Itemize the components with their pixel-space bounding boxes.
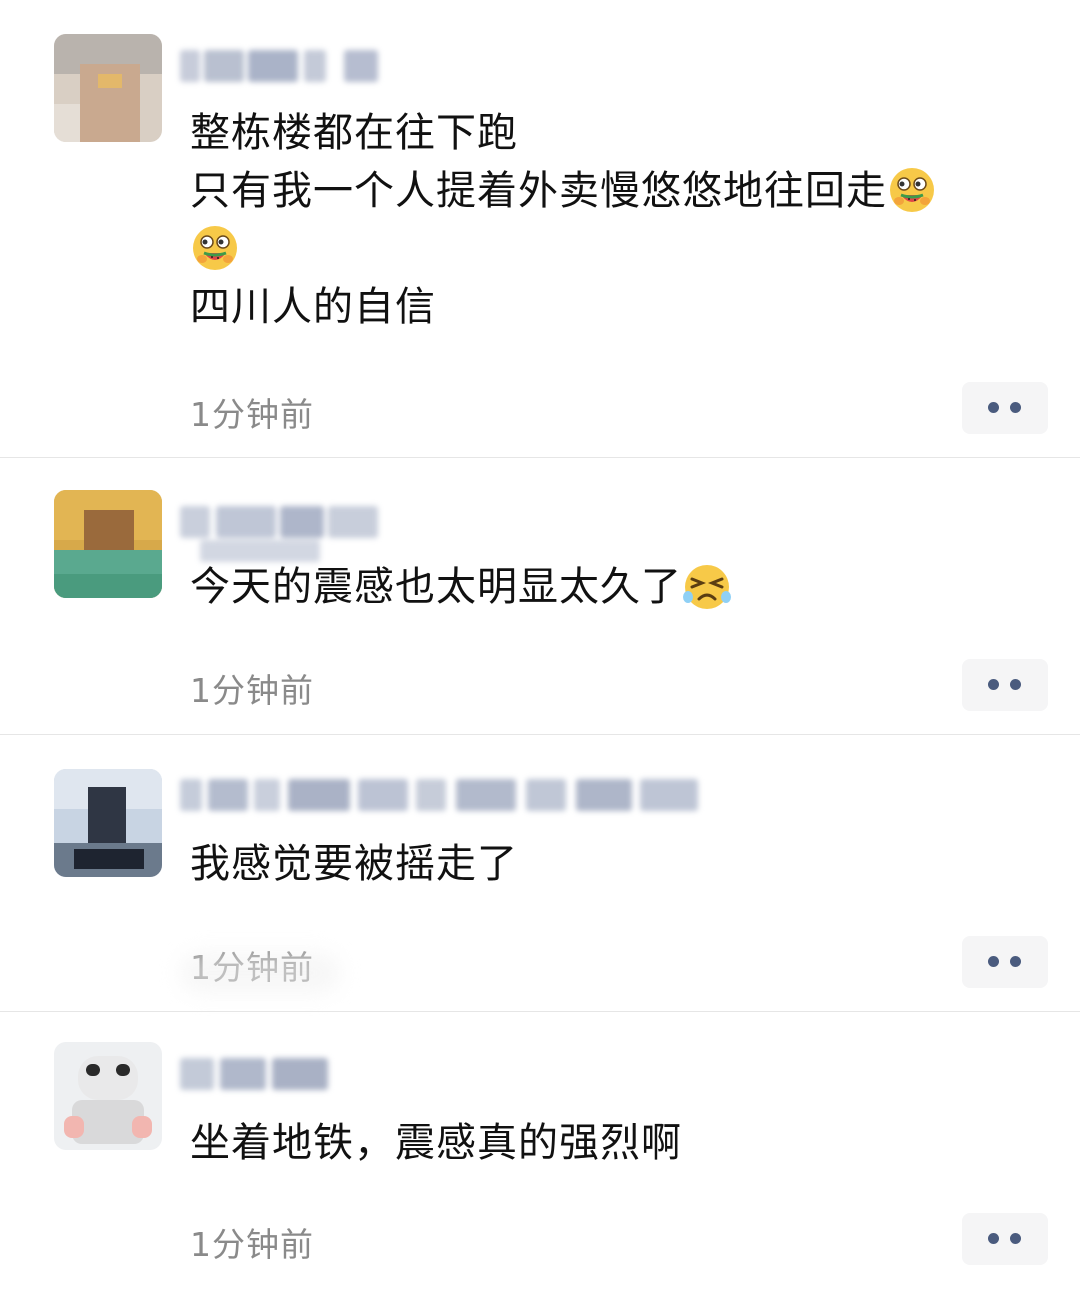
comment-item: 我感觉要被摇走了 1分钟前: [0, 735, 1080, 1012]
more-dots-icon: [988, 402, 999, 413]
comment-item: 坐着地铁，震感真的强烈啊 1分钟前: [0, 1012, 1080, 1296]
more-dots-icon: [988, 1233, 999, 1244]
more-dots-icon: [1010, 1233, 1021, 1244]
username-blurred[interactable]: [180, 1052, 330, 1100]
more-button[interactable]: [962, 1213, 1048, 1265]
blur-smear: [180, 953, 340, 993]
watermelon-face-emoji-icon: [887, 165, 937, 215]
avatar[interactable]: [54, 34, 162, 142]
username-blurred[interactable]: [180, 44, 380, 88]
comment-line: 坐着地铁，震感真的强烈啊: [190, 1120, 682, 1166]
more-dots-icon: [1010, 402, 1021, 413]
comment-line: 今天的震感也太明显太久了: [190, 558, 732, 616]
comment-text: 我感觉要被摇走了: [190, 835, 518, 893]
comment-line: 四川人的自信: [190, 284, 436, 330]
comment-text: 整栋楼都在往下跑 只有我一个人提着外卖慢悠悠地往回走 四川人的自信: [190, 104, 937, 336]
comment-line: [190, 220, 937, 278]
timestamp: 1分钟前: [190, 1225, 314, 1264]
avatar[interactable]: [54, 490, 162, 598]
comment-line: 整栋楼都在往下跑: [190, 110, 518, 156]
more-dots-icon: [1010, 956, 1021, 967]
comment-line: 我感觉要被摇走了: [190, 841, 518, 887]
avatar[interactable]: [54, 1042, 162, 1150]
more-button[interactable]: [962, 936, 1048, 988]
timestamp: 1分钟前: [190, 671, 314, 710]
avatar[interactable]: [54, 769, 162, 877]
username-blurred[interactable]: [180, 773, 700, 827]
more-dots-icon: [988, 956, 999, 967]
comment-feed: 整栋楼都在往下跑 只有我一个人提着外卖慢悠悠地往回走 四川人的自信 1分钟前 今…: [0, 0, 1080, 1296]
more-button[interactable]: [962, 382, 1048, 434]
squinting-sweat-face-emoji-icon: [682, 561, 732, 611]
comment-item: 整栋楼都在往下跑 只有我一个人提着外卖慢悠悠地往回走 四川人的自信 1分钟前: [0, 0, 1080, 458]
more-dots-icon: [988, 679, 999, 690]
more-button[interactable]: [962, 659, 1048, 711]
comment-text: 坐着地铁，震感真的强烈啊: [190, 1114, 682, 1172]
timestamp: 1分钟前: [190, 395, 314, 434]
comment-text: 今天的震感也太明显太久了: [190, 558, 732, 616]
comment-item: 今天的震感也太明显太久了 1分钟前: [0, 458, 1080, 735]
comment-line: 只有我一个人提着外卖慢悠悠地往回走: [190, 162, 937, 220]
watermelon-face-emoji-icon: [190, 223, 240, 273]
more-dots-icon: [1010, 679, 1021, 690]
